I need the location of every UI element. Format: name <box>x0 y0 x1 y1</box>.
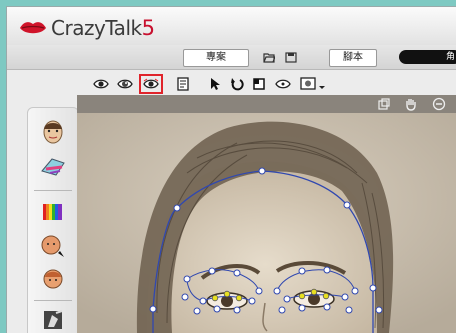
hand-icon[interactable] <box>404 97 418 111</box>
preview-icon[interactable] <box>297 75 327 93</box>
eye-icon[interactable] <box>91 75 111 93</box>
lips-logo-icon <box>20 22 46 34</box>
pointer-icon[interactable] <box>205 75 225 93</box>
sidebar <box>27 107 79 333</box>
color-icon[interactable] <box>38 198 68 226</box>
model-icon[interactable] <box>38 306 68 333</box>
tab-project[interactable]: 專案 <box>183 49 249 67</box>
eye-outline-icon[interactable] <box>273 75 293 93</box>
app-name: CrazyTalk5 <box>51 16 155 40</box>
face-photo <box>77 113 456 333</box>
zoom-out-icon[interactable] <box>432 97 446 111</box>
face-icon[interactable] <box>38 118 68 146</box>
eye-open-icon[interactable] <box>115 75 135 93</box>
menu-bar: 專案 腳本 角 <box>7 45 456 70</box>
square-icon[interactable] <box>249 75 269 93</box>
face-canvas[interactable] <box>77 95 456 333</box>
folder-open-icon[interactable] <box>263 52 275 63</box>
head-rotate-icon[interactable] <box>38 232 68 260</box>
eye-mesh-icon[interactable] <box>139 74 163 94</box>
sidebar-divider <box>34 190 72 191</box>
title-bar: CrazyTalk5 <box>7 7 456 45</box>
page-icon[interactable] <box>173 75 193 93</box>
head-icon[interactable] <box>38 266 68 294</box>
toolbar <box>77 71 456 97</box>
save-icon[interactable] <box>285 52 297 63</box>
undo-icon[interactable] <box>227 75 247 93</box>
app-logo: CrazyTalk5 <box>19 16 155 40</box>
app-window: CrazyTalk5 專案 腳本 角 <box>6 6 456 333</box>
mouth-icon[interactable] <box>38 152 68 180</box>
fit-view-icon[interactable] <box>377 97 391 111</box>
canvas-toolbar <box>77 95 456 113</box>
tab-character[interactable]: 角 <box>399 50 456 64</box>
sidebar-divider <box>34 300 72 301</box>
tab-script[interactable]: 腳本 <box>329 49 377 67</box>
